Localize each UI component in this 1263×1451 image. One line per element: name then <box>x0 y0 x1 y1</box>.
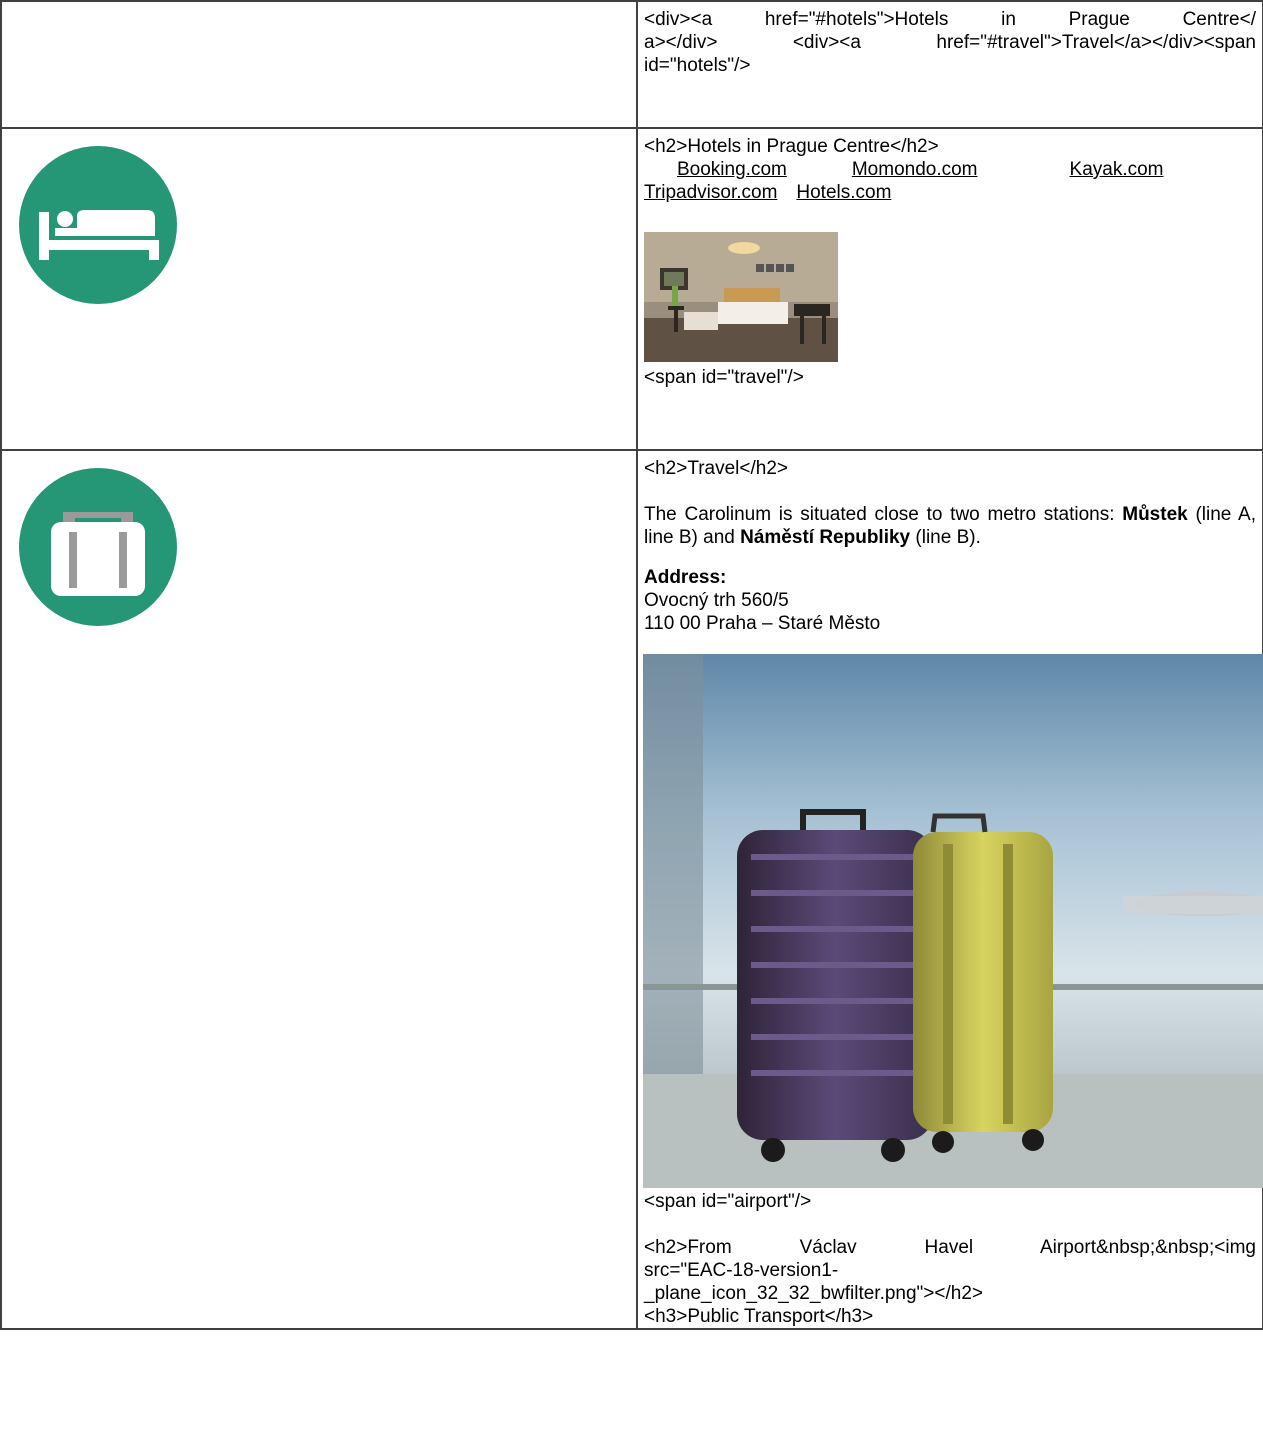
hotelscom-link[interactable]: Hotels.com <box>796 181 891 204</box>
table-row: <h2>Hotels in Prague Centre</h2> Booking… <box>0 127 1263 451</box>
momondo-link[interactable]: Momondo.com <box>852 158 978 181</box>
public-transport-markup: <h3>Public Transport</h3> <box>644 1306 874 1327</box>
tripadvisor-link[interactable]: Tripadvisor.com <box>644 181 777 204</box>
address-line: 110 00 Praha – Staré Město <box>644 613 881 634</box>
table-row: <div><a href="#hotels">Hotels in Prague … <box>0 0 1263 129</box>
airport-heading-markup: src="EAC-18-version1- <box>644 1260 839 1281</box>
metro-text: The Carolinum is situated close to two m… <box>644 504 1123 525</box>
kayak-link[interactable]: Kayak.com <box>1070 158 1164 181</box>
airport-span-markup: <span id="airport"/> <box>644 1191 812 1212</box>
hotel-links: Booking.com Momondo.com Kayak.com Tripad… <box>644 158 1256 204</box>
address-line: Ovocný trh 560/5 <box>644 590 789 611</box>
left-cell-empty <box>0 0 638 129</box>
airport-heading-markup: <h2>From Václav Havel Airport&nbsp;&nbsp… <box>644 1237 1256 1258</box>
airport-heading-markup: _plane_icon_32_32_bwfilter.png"></h2> <box>644 1283 984 1304</box>
nav-markup-cell: <div><a href="#hotels">Hotels in Prague … <box>636 0 1263 129</box>
nav-markup-line: id="hotels"/> <box>644 55 751 76</box>
bed-icon <box>19 146 177 304</box>
address-label: Address: <box>644 567 727 588</box>
hotel-room-photo <box>644 232 838 362</box>
content-table: <div><a href="#hotels">Hotels in Prague … <box>0 0 1263 1330</box>
metro-paragraph: The Carolinum is situated close to two m… <box>644 503 1256 549</box>
luggage-airport-photo <box>643 654 1263 1188</box>
nav-markup-line: a></div> <div><a href="#travel">Travel</… <box>644 32 1256 53</box>
address-block: Address: Ovocný trh 560/5 110 00 Praha –… <box>644 566 1256 635</box>
station-mustek: Můstek <box>1122 504 1188 525</box>
travel-heading-markup: <h2>Travel</h2> <box>644 458 789 479</box>
travel-span-markup: <span id="travel"/> <box>644 367 804 388</box>
suitcase-icon <box>19 468 177 626</box>
hotels-icon-cell <box>0 127 638 451</box>
nav-markup-line: <div><a href="#hotels">Hotels in Prague … <box>644 9 1256 30</box>
table-row: <h2>Travel</h2> The Carolinum is situate… <box>0 449 1263 1330</box>
travel-icon-cell <box>0 449 638 1330</box>
hotels-content-cell: <h2>Hotels in Prague Centre</h2> Booking… <box>636 127 1263 451</box>
travel-content-cell: <h2>Travel</h2> The Carolinum is situate… <box>636 449 1263 1330</box>
hotels-heading-markup: <h2>Hotels in Prague Centre</h2> <box>644 136 939 157</box>
station-namesti-republiky: Náměstí Republiky <box>740 527 911 548</box>
metro-text: (line B). <box>910 527 981 548</box>
booking-link[interactable]: Booking.com <box>677 158 787 181</box>
